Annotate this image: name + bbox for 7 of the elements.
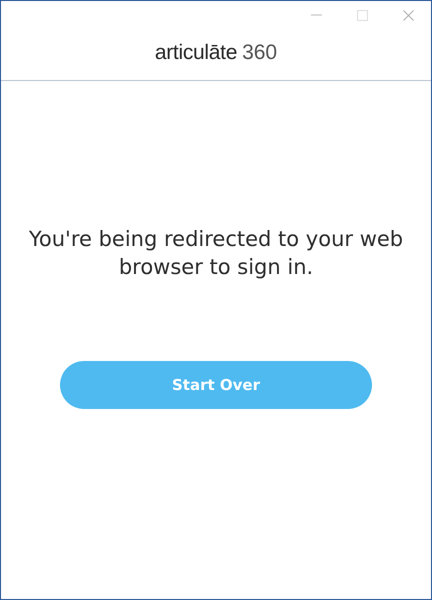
logo-wordmark: articulāte	[154, 41, 238, 65]
maximize-icon	[356, 10, 368, 20]
minimize-icon	[310, 14, 322, 16]
close-icon	[402, 10, 414, 20]
start-over-button[interactable]: Start Over	[60, 361, 372, 409]
logo-number: 360	[242, 41, 278, 65]
redirect-message: You're being redirected to your web browser to sign in.	[28, 226, 404, 281]
